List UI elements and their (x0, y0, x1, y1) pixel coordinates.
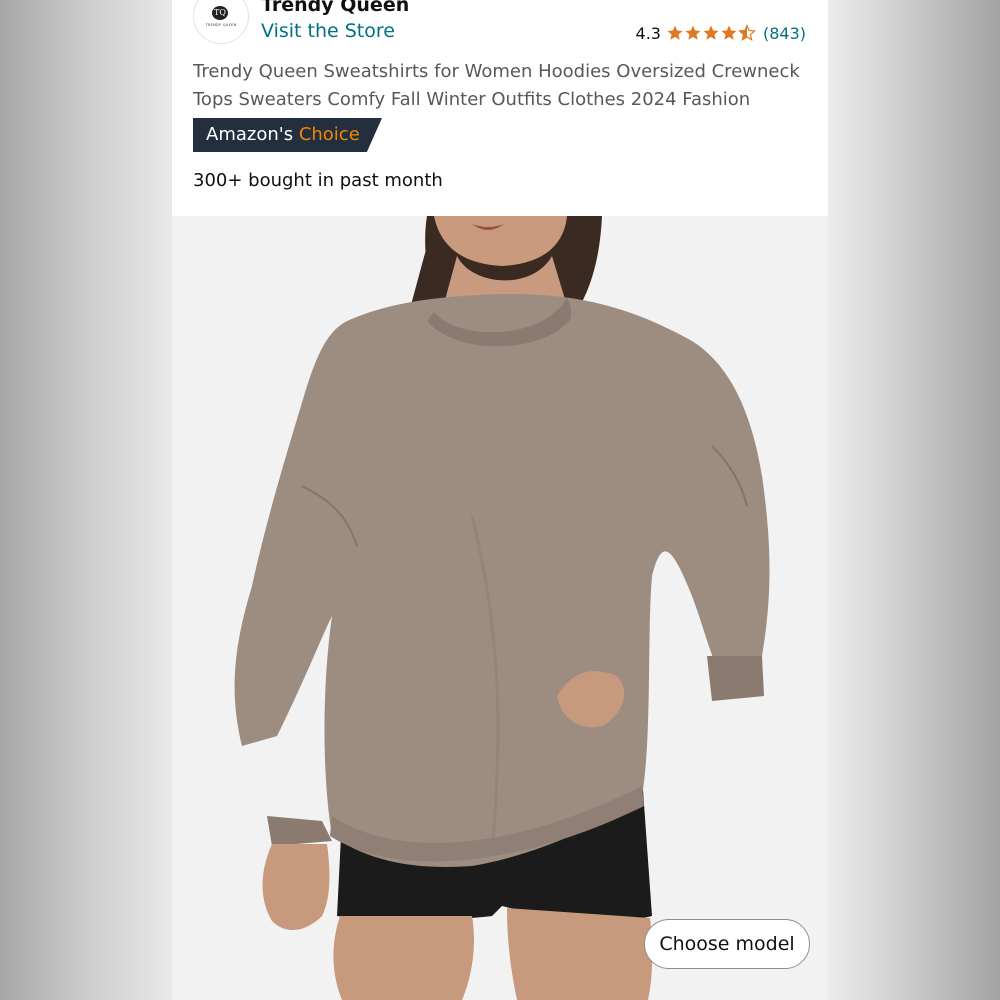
star-full-icon (703, 25, 719, 40)
visit-store-link[interactable]: Visit the Store (261, 20, 395, 42)
star-full-icon (685, 25, 701, 40)
badge-highlight: Choice (298, 124, 360, 145)
brand-name[interactable]: Trendy Queen (261, 0, 409, 16)
store-logo[interactable]: TQ TRENDY QUEEN (193, 0, 249, 44)
rating-count-link[interactable]: (843) (763, 24, 806, 43)
badge-prefix: Amazon's (206, 124, 294, 145)
bought-count: 300+ bought in past month (193, 170, 443, 191)
badge-label: Amazon's Choice (206, 118, 360, 152)
product-photo-sweatshirt-icon (234, 216, 770, 1000)
product-card: TQ TRENDY QUEEN Trendy Queen Visit the S… (172, 0, 828, 1000)
product-title: Trendy Queen Sweatshirts for Women Hoodi… (193, 61, 800, 110)
background-left (0, 0, 172, 1000)
choose-model-button[interactable]: Choose model (644, 919, 810, 969)
star-half-icon (738, 24, 756, 41)
store-logo-monogram: TQ (212, 6, 228, 20)
star-full-icon (721, 25, 737, 40)
rating-summary[interactable]: 4.3 (843) (636, 22, 806, 44)
product-image[interactable] (172, 216, 828, 1000)
store-logo-text: TRENDY QUEEN (205, 23, 237, 27)
background-right (828, 0, 1000, 1000)
star-full-icon (667, 25, 683, 40)
star-rating (666, 24, 756, 42)
rating-value: 4.3 (635, 23, 661, 43)
